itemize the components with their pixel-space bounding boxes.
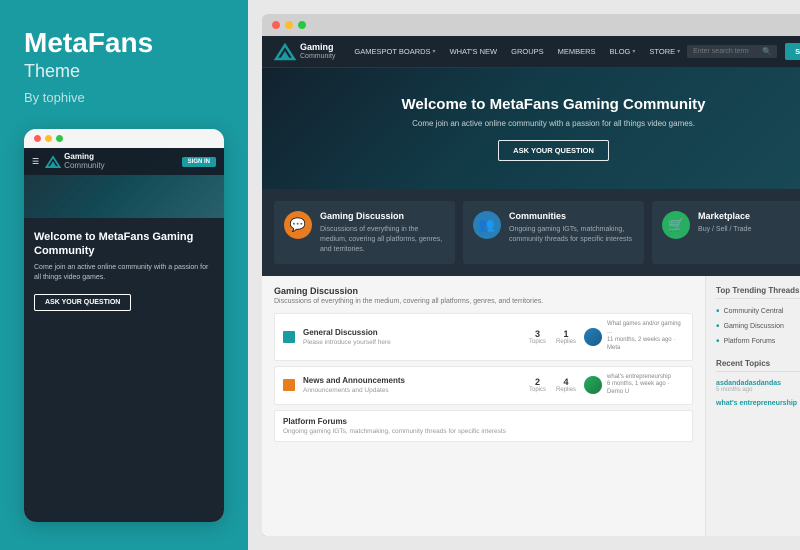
avatar <box>584 328 602 346</box>
recent-title: Recent Topics <box>716 359 800 372</box>
content-right-sidebar: Top Trending Threads Community Central G… <box>705 276 800 536</box>
mobile-signin-button[interactable]: SIGN IN <box>182 157 216 167</box>
forum-stat-topics: 3 Topics <box>529 329 546 345</box>
browser-dot-green[interactable] <box>298 21 306 29</box>
mobile-ask-button[interactable]: ASK YOUR QUESTION <box>34 294 131 311</box>
trending-item[interactable]: Platform Forums <box>716 334 800 349</box>
trending-title: Top Trending Threads <box>716 286 800 299</box>
desktop-logo: Gaming Community <box>274 43 335 61</box>
platform-forums-row: Platform Forums Ongoing gaming IGTs, mat… <box>274 410 693 442</box>
feature-card-content: Gaming Discussion Discussions of everyth… <box>320 211 445 254</box>
recent-topic-1[interactable]: asdandadasdandas 5 months ago <box>716 377 800 397</box>
mobile-logo-text: Gaming Community <box>64 153 104 171</box>
forum-latest-text: What games and/or gaming ... 11 months, … <box>607 321 684 352</box>
forum-stats: 2 Topics 4 Replies <box>529 377 576 393</box>
communities-icon: 👥 <box>473 211 501 239</box>
nav-links: GAMESPOT BOARDS ▾ WHAT'S NEW GROUPS MEMB… <box>347 36 687 67</box>
forum-row-general: General Discussion Please introduce your… <box>274 313 693 360</box>
trending-item[interactable]: Community Central <box>716 304 800 319</box>
desktop-preview: Gaming Community GAMESPOT BOARDS ▾ WHAT'… <box>262 36 800 536</box>
forum-icon-news <box>283 379 295 391</box>
right-panel: Gaming Community GAMESPOT BOARDS ▾ WHAT'… <box>248 0 800 550</box>
feature-cards: 💬 Gaming Discussion Discussions of every… <box>262 189 800 276</box>
section-subtitle: Discussions of everything in the medium,… <box>274 298 693 305</box>
forum-info-news: News and Announcements Announcements and… <box>303 376 521 394</box>
feature-card-gaming-discussion: 💬 Gaming Discussion Discussions of every… <box>274 201 455 264</box>
nav-store[interactable]: STORE ▾ <box>642 36 687 67</box>
mobile-logo-svg <box>45 155 61 169</box>
mobile-hero-title: Welcome to MetaFans Gaming Community <box>34 230 214 259</box>
main-content: Gaming Discussion Discussions of everyth… <box>262 276 800 536</box>
forum-stats: 3 Topics 1 Replies <box>529 329 576 345</box>
forum-stat-replies: 4 Replies <box>556 377 576 393</box>
marketplace-icon: 🛒 <box>662 211 690 239</box>
forum-name[interactable]: News and Announcements <box>303 376 521 385</box>
desktop-hero: Welcome to MetaFans Gaming Community Com… <box>262 68 800 189</box>
feature-card-marketplace: 🛒 Marketplace Buy / Sell / Trade <box>652 201 800 264</box>
platform-desc: Ongoing gaming IGTs, matchmaking, commun… <box>283 428 684 435</box>
forum-icon-general <box>283 331 295 343</box>
forum-name[interactable]: General Discussion <box>303 328 521 337</box>
section-title: Gaming Discussion <box>274 286 693 296</box>
chevron-down-icon: ▾ <box>632 48 635 55</box>
browser-chrome <box>262 14 800 36</box>
trending-item[interactable]: Gaming Discussion <box>716 319 800 334</box>
left-panel: MetaFans Theme By tophive ☰ Gamin <box>0 0 248 550</box>
nav-gamespot-boards[interactable]: GAMESPOT BOARDS ▾ <box>347 36 442 67</box>
forum-latest: what's entrepreneurship 6 months, 1 week… <box>584 374 684 397</box>
dot-yellow <box>45 135 52 142</box>
platform-name[interactable]: Platform Forums <box>283 417 684 426</box>
hero-ask-button[interactable]: ASK YOUR QUESTION <box>498 140 609 161</box>
desktop-logo-text-block: Gaming Community <box>300 43 335 60</box>
mobile-nav-bar: ☰ Gaming Community SIGN IN <box>24 148 224 176</box>
search-wrapper: 🔍 <box>687 45 777 58</box>
mobile-browser-dots <box>24 129 224 148</box>
signin-button[interactable]: SIGN IN <box>785 43 800 60</box>
forum-stat-replies: 1 Replies <box>556 329 576 345</box>
chevron-down-icon: ▾ <box>677 48 680 55</box>
forum-info-general: General Discussion Please introduce your… <box>303 328 521 346</box>
forum-desc: Please introduce yourself here <box>303 339 521 346</box>
chevron-down-icon: ▾ <box>433 48 436 55</box>
brand-subtitle: Theme <box>24 61 224 82</box>
nav-groups[interactable]: GROUPS <box>504 36 551 67</box>
brand-title: MetaFans Theme <box>24 28 224 82</box>
feature-card-content: Marketplace Buy / Sell / Trade <box>698 211 751 254</box>
forum-latest-text: what's entrepreneurship 6 months, 1 week… <box>607 374 684 397</box>
forum-latest: What games and/or gaming ... 11 months, … <box>584 321 684 352</box>
nav-whats-new[interactable]: WHAT'S NEW <box>443 36 505 67</box>
nav-members[interactable]: MEMBERS <box>551 36 603 67</box>
dot-green <box>56 135 63 142</box>
forum-desc: Announcements and Updates <box>303 387 521 394</box>
feature-card-communities: 👥 Communities Ongoing gaming IGTs, match… <box>463 201 644 264</box>
forum-stat-topics: 2 Topics <box>529 377 546 393</box>
forum-row-news: News and Announcements Announcements and… <box>274 366 693 405</box>
browser-dot-yellow[interactable] <box>285 21 293 29</box>
mobile-preview: ☰ Gaming Community SIGN IN Welcome to Me… <box>24 129 224 522</box>
mobile-content: Welcome to MetaFans Gaming Community Com… <box>24 218 224 522</box>
hamburger-icon[interactable]: ☰ <box>32 157 39 166</box>
feature-card-content: Communities Ongoing gaming IGTs, matchma… <box>509 211 634 254</box>
mobile-hero-image: ☰ Gaming Community SIGN IN <box>24 148 224 218</box>
nav-blog[interactable]: BLOG ▾ <box>603 36 643 67</box>
dot-red <box>34 135 41 142</box>
avatar <box>584 376 602 394</box>
desktop-logo-icon <box>274 43 296 61</box>
brand-name: MetaFans <box>24 28 224 59</box>
recent-topic-2[interactable]: what's entrepreneurship <box>716 397 800 411</box>
gaming-discussion-icon: 💬 <box>284 211 312 239</box>
hero-subtitle: Come join an active online community wit… <box>282 119 800 128</box>
trending-list: Community Central Gaming Discussion Plat… <box>716 304 800 349</box>
search-icon: 🔍 <box>762 47 772 56</box>
hero-content: Welcome to MetaFans Gaming Community Com… <box>282 96 800 161</box>
content-left: Gaming Discussion Discussions of everyth… <box>262 276 705 536</box>
browser-dot-red[interactable] <box>272 21 280 29</box>
desktop-nav: Gaming Community GAMESPOT BOARDS ▾ WHAT'… <box>262 36 800 68</box>
mobile-logo: ☰ Gaming Community <box>32 153 105 171</box>
hero-title: Welcome to MetaFans Gaming Community <box>282 96 800 113</box>
brand-by: By tophive <box>24 90 224 105</box>
mobile-hero-subtitle: Come join an active online community wit… <box>34 263 214 283</box>
